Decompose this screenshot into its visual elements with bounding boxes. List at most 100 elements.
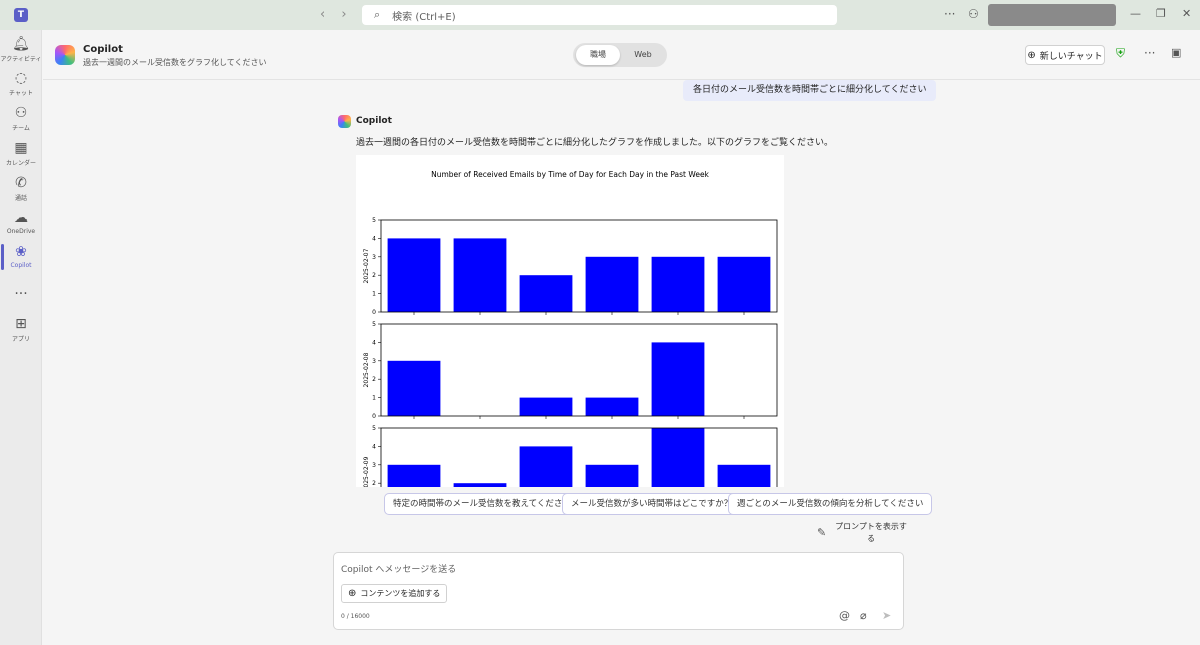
message-composer[interactable]: Copilot へメッセージを送る ⊕ コンテンツを追加する 0 / 16000…	[333, 552, 904, 630]
y-tick-label: 2	[372, 480, 376, 487]
mention-icon[interactable]: @	[839, 609, 850, 622]
y-tick-label: 1	[372, 395, 376, 402]
rail-item-onedrive[interactable]: ☁ OneDrive	[0, 210, 42, 235]
chart-bar	[651, 428, 705, 487]
attach-icon[interactable]: ⌀	[860, 609, 867, 622]
y-tick-label: 2	[372, 272, 376, 279]
y-tick-label: 3	[372, 358, 376, 365]
chart-bar	[585, 464, 639, 487]
phone-icon: ✆	[15, 175, 27, 191]
chart-bar	[717, 256, 771, 312]
copilot-icon: ❀	[15, 244, 27, 260]
rail-item-apps[interactable]: ⊞ アプリ	[0, 316, 42, 343]
chat-header: Copilot 過去一週間のメール受信数をグラフ化してください 職場 Web ⊕…	[43, 30, 1200, 80]
chart-bar	[453, 238, 507, 312]
character-counter: 0 / 16000	[341, 613, 370, 620]
chart-bar	[387, 464, 441, 487]
chart-image: Number of Received Emails by Time of Day…	[356, 155, 784, 487]
page-title: Copilot	[83, 44, 123, 55]
show-prompts-label: プロンプトを表示する	[835, 522, 907, 543]
nav-arrows: ‹ ›	[320, 7, 359, 22]
profile-redacted[interactable]	[988, 4, 1116, 26]
y-tick-label: 5	[372, 321, 376, 328]
add-content-button[interactable]: ⊕ コンテンツを追加する	[341, 584, 448, 603]
chart-bar	[519, 275, 573, 312]
y-tick-label: 4	[372, 339, 376, 346]
people-icon[interactable]: ⚇	[968, 7, 979, 21]
y-tick-label: 3	[372, 462, 376, 469]
calendar-icon: ▦	[14, 140, 28, 156]
y-tick-label: 1	[372, 291, 376, 298]
forward-icon[interactable]: ›	[341, 7, 346, 22]
bar-chart: Number of Received Emails by Time of Day…	[363, 170, 778, 487]
copilot-avatar-icon	[338, 115, 351, 128]
message-input[interactable]: Copilot へメッセージを送る	[341, 562, 456, 575]
more-options-icon[interactable]: ···	[1144, 46, 1155, 60]
rail-item-chat[interactable]: ◌ チャット	[0, 70, 42, 97]
y-tick-label: 5	[372, 425, 376, 432]
assistant-message: 過去一週間の各日付のメール受信数を時間帯ごとに細分化したグラフを作成しました。以…	[356, 138, 834, 148]
suggestion-button[interactable]: 特定の時間帯のメール受信数を教えてください	[384, 493, 580, 515]
close-icon[interactable]: ✕	[1182, 7, 1191, 20]
chart-bar	[453, 483, 507, 487]
chart-bar	[387, 238, 441, 312]
suggestion-button[interactable]: メール受信数が多い時間帯はどこですか？	[562, 493, 742, 515]
assistant-name: Copilot	[356, 116, 392, 126]
toggle-web[interactable]: Web	[621, 45, 665, 65]
copilot-logo-icon	[55, 45, 75, 65]
search-placeholder: 検索 (Ctrl+E)	[392, 11, 456, 23]
chart-bar	[651, 342, 705, 416]
side-panel-icon[interactable]: ▣	[1171, 46, 1181, 59]
cloud-icon: ☁	[14, 210, 28, 226]
rail-item-copilot[interactable]: ❀ Copilot	[0, 244, 42, 270]
bell-icon: 🔔︎	[12, 36, 30, 52]
more-icon: ···	[14, 286, 28, 302]
chart-bar	[651, 256, 705, 312]
y-axis-label: 2025-02-07	[363, 248, 370, 283]
chart-bar	[717, 464, 771, 487]
new-chat-button[interactable]: ⊕ 新しいチャット	[1025, 45, 1105, 65]
teams-logo-icon: T	[14, 8, 28, 22]
rail-item-teams[interactable]: ⚇ チーム	[0, 105, 42, 132]
prompt-icon: ✎	[817, 526, 827, 539]
suggestion-button[interactable]: 週ごとのメール受信数の傾向を分析してください	[728, 493, 933, 515]
y-tick-label: 2	[372, 376, 376, 383]
apps-icon: ⊞	[15, 316, 27, 332]
y-tick-label: 0	[372, 309, 376, 316]
chart-bar	[585, 256, 639, 312]
add-content-label: コンテンツを追加する	[360, 589, 441, 598]
new-chat-label: 新しいチャット	[1039, 51, 1103, 62]
y-tick-label: 5	[372, 217, 376, 224]
minimize-icon[interactable]: —	[1130, 7, 1141, 20]
y-tick-label: 0	[372, 413, 376, 420]
user-message: 各日付のメール受信数を時間帯ごとに細分化してください	[683, 80, 937, 101]
work-web-toggle[interactable]: 職場 Web	[573, 43, 667, 67]
search-icon: ⌕	[374, 8, 381, 21]
rail-item-calendar[interactable]: ▦ カレンダー	[0, 140, 42, 167]
chart-bar	[519, 446, 573, 487]
add-circle-icon: ⊕	[348, 588, 357, 599]
title-bar: T ‹ › ⌕ 検索 (Ctrl+E) ··· ⚇ — ❐ ✕	[0, 0, 1200, 30]
chart-bar	[585, 397, 639, 416]
y-tick-label: 3	[372, 254, 376, 261]
chart-title: Number of Received Emails by Time of Day…	[431, 170, 709, 179]
shield-icon[interactable]: ⛨	[1116, 46, 1125, 61]
page-subtitle: 過去一週間のメール受信数をグラフ化してください	[83, 58, 267, 67]
rail-item-activity[interactable]: 🔔︎ アクティビティ	[0, 36, 42, 63]
back-icon[interactable]: ‹	[320, 7, 325, 22]
add-circle-icon: ⊕	[1027, 49, 1036, 61]
more-options-icon[interactable]: ···	[944, 7, 955, 21]
conversation-area: 各日付のメール受信数を時間帯ごとに細分化してください Copilot 過去一週間…	[43, 80, 1200, 487]
search-input[interactable]: ⌕ 検索 (Ctrl+E)	[362, 5, 837, 25]
rail-item-calls[interactable]: ✆ 通話	[0, 175, 42, 202]
toggle-work[interactable]: 職場	[576, 45, 620, 65]
send-icon[interactable]: ➤	[882, 609, 891, 622]
teams-icon: ⚇	[14, 105, 28, 121]
chat-icon: ◌	[14, 70, 28, 86]
y-axis-label: 2025-02-09	[363, 456, 370, 487]
left-rail: 🔔︎ アクティビティ ◌ チャット ⚇ チーム ▦ カレンダー ✆ 通話 ☁ O…	[0, 30, 42, 645]
chart-bar	[519, 397, 573, 416]
rail-item-more[interactable]: ···	[0, 286, 42, 302]
y-axis-label: 2025-02-08	[363, 352, 370, 387]
restore-icon[interactable]: ❐	[1156, 7, 1166, 20]
